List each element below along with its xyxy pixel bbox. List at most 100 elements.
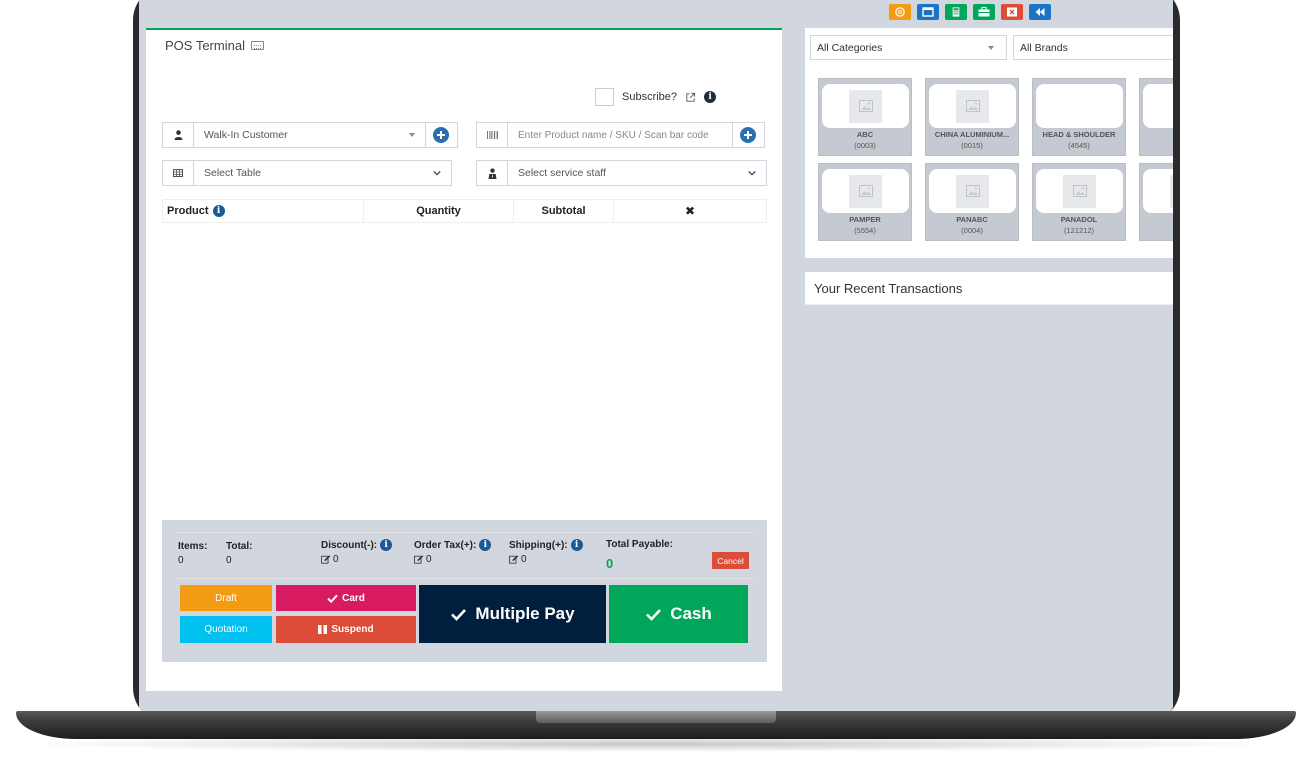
info-icon[interactable]: i xyxy=(704,91,717,103)
product-thumbnail xyxy=(1036,84,1123,128)
discount: Discount(-): i 0 xyxy=(321,539,393,565)
info-icon[interactable]: i xyxy=(570,539,583,551)
product-search-field[interactable]: Enter Product name / SKU / Scan bar code xyxy=(476,122,733,148)
info-icon[interactable]: i xyxy=(380,539,393,551)
check-icon xyxy=(451,608,467,621)
order-tax-value: 0 xyxy=(426,554,432,565)
image-placeholder-icon xyxy=(849,174,882,208)
pos-title-text: POS Terminal xyxy=(165,38,245,53)
cart-table-header: Product i Quantity Subtotal ✖ xyxy=(162,199,767,223)
shipping: Shipping(+): i 0 xyxy=(509,539,583,565)
quotation-button[interactable]: Quotation xyxy=(180,616,272,643)
subscribe-row: Subscribe? i xyxy=(595,88,717,106)
product-thumbnail xyxy=(822,169,909,213)
product-card[interactable]: PAMPER (5554) xyxy=(818,163,912,241)
barcode-icon xyxy=(477,123,508,147)
product-name: SUP xyxy=(1140,215,1173,224)
recent-transactions-title: Your Recent Transactions xyxy=(814,280,963,296)
brand-select[interactable]: All Brands xyxy=(1013,35,1173,60)
cash-button[interactable]: Cash xyxy=(609,585,748,643)
edit-shipping-icon[interactable] xyxy=(509,555,519,564)
product-sku: (0003) xyxy=(854,141,876,150)
col-product-label: Product xyxy=(167,205,209,217)
subscribe-label: Subscribe? xyxy=(622,91,678,103)
product-card[interactable]: PANABC (0004) xyxy=(925,163,1019,241)
product-card[interactable]: ABC (0003) xyxy=(818,78,912,156)
close-window-icon[interactable] xyxy=(1001,4,1023,20)
product-name: PANABC xyxy=(956,215,988,224)
product-card[interactable]: HEAD & SHOULDER (4545) xyxy=(1032,78,1126,156)
totals-summary: Items: 0 Total: 0 Discount(-): i 0 Order … xyxy=(176,532,753,579)
product-sku: (5554) xyxy=(854,226,876,235)
chevron-down-icon xyxy=(433,170,441,176)
multiple-pay-label: Multiple Pay xyxy=(475,604,575,623)
product-card[interactable]: CHINA ALUMINIUM... (0015) xyxy=(925,78,1019,156)
suspend-label: Suspend xyxy=(331,624,374,635)
category-select[interactable]: All Categories xyxy=(810,35,1007,60)
add-customer-wrap xyxy=(425,122,458,148)
product-name: PANADOL xyxy=(1060,215,1098,224)
product-search-input[interactable]: Enter Product name / SKU / Scan bar code xyxy=(508,130,732,141)
user-icon xyxy=(163,123,194,147)
product-thumbnail xyxy=(1143,84,1173,128)
col-quantity: Quantity xyxy=(364,200,514,222)
caret-down-icon xyxy=(409,133,415,137)
product-thumbnail xyxy=(929,169,1016,213)
table-icon xyxy=(163,161,194,185)
add-customer-button[interactable] xyxy=(433,127,449,143)
totals-box: Items: 0 Total: 0 Discount(-): i 0 Order … xyxy=(162,520,767,662)
image-placeholder-icon xyxy=(1170,174,1173,208)
category-value: All Categories xyxy=(817,41,883,54)
product-card[interactable]: PANADOL (121212) xyxy=(1032,163,1126,241)
product-card[interactable]: SUP xyxy=(1139,163,1173,241)
external-link-icon[interactable] xyxy=(685,92,696,103)
customer-select[interactable]: Walk-In Customer xyxy=(162,122,426,148)
info-icon[interactable]: i xyxy=(479,539,492,551)
briefcase-icon[interactable] xyxy=(973,4,995,20)
shipping-value: 0 xyxy=(521,554,527,565)
image-placeholder-icon xyxy=(1063,174,1096,208)
caret-down-icon xyxy=(988,46,994,50)
total-value: 0 xyxy=(226,555,232,566)
customer-value: Walk-In Customer xyxy=(204,129,288,141)
info-icon[interactable]: i xyxy=(212,205,225,217)
product-thumbnail xyxy=(822,84,909,128)
cash-label: Cash xyxy=(670,604,712,623)
calculator-icon[interactable] xyxy=(945,4,967,20)
card-button[interactable]: Card xyxy=(276,585,416,611)
product-name: ABC xyxy=(856,130,874,139)
order-tax: Order Tax(+): i 0 xyxy=(414,539,492,565)
product-browser: All Categories All Brands ABC (0003) CHINA… xyxy=(805,28,1173,258)
backward-icon[interactable] xyxy=(1029,4,1051,20)
draft-button[interactable]: Draft xyxy=(180,585,272,611)
window-icon[interactable] xyxy=(917,4,939,20)
cancel-button[interactable]: Cancel xyxy=(712,552,749,569)
product-thumbnail xyxy=(929,84,1016,128)
recent-transactions-header[interactable]: Your Recent Transactions xyxy=(805,272,1173,305)
multiple-pay-button[interactable]: Multiple Pay xyxy=(419,585,606,643)
pause-circle-icon[interactable] xyxy=(889,4,911,20)
service-staff-select[interactable]: Select service staff xyxy=(476,160,767,186)
card-label: Card xyxy=(342,592,365,604)
subscribe-checkbox[interactable] xyxy=(595,88,614,106)
shipping-label: Shipping(+): xyxy=(509,539,568,551)
pos-title: POS Terminal xyxy=(165,38,264,53)
edit-discount-icon[interactable] xyxy=(321,555,331,564)
service-staff-value: Select service staff xyxy=(518,167,606,179)
product-thumbnail xyxy=(1036,169,1123,213)
product-card[interactable]: ( xyxy=(1139,78,1173,156)
col-product: Product i xyxy=(163,200,364,222)
suspend-button[interactable]: Suspend xyxy=(276,616,416,643)
brand-value: All Brands xyxy=(1020,41,1068,54)
items-label: Items: xyxy=(178,541,208,552)
col-subtotal: Subtotal xyxy=(514,200,614,222)
table-select-value: Select Table xyxy=(204,167,262,179)
add-product-button[interactable] xyxy=(740,127,756,143)
table-select[interactable]: Select Table xyxy=(162,160,452,186)
total-label: Total: xyxy=(226,541,253,552)
keyboard-icon[interactable] xyxy=(250,41,264,50)
product-sku: (0004) xyxy=(961,226,983,235)
edit-order-tax-icon[interactable] xyxy=(414,555,424,564)
check-icon xyxy=(327,594,338,603)
col-remove: ✖ xyxy=(684,204,696,218)
